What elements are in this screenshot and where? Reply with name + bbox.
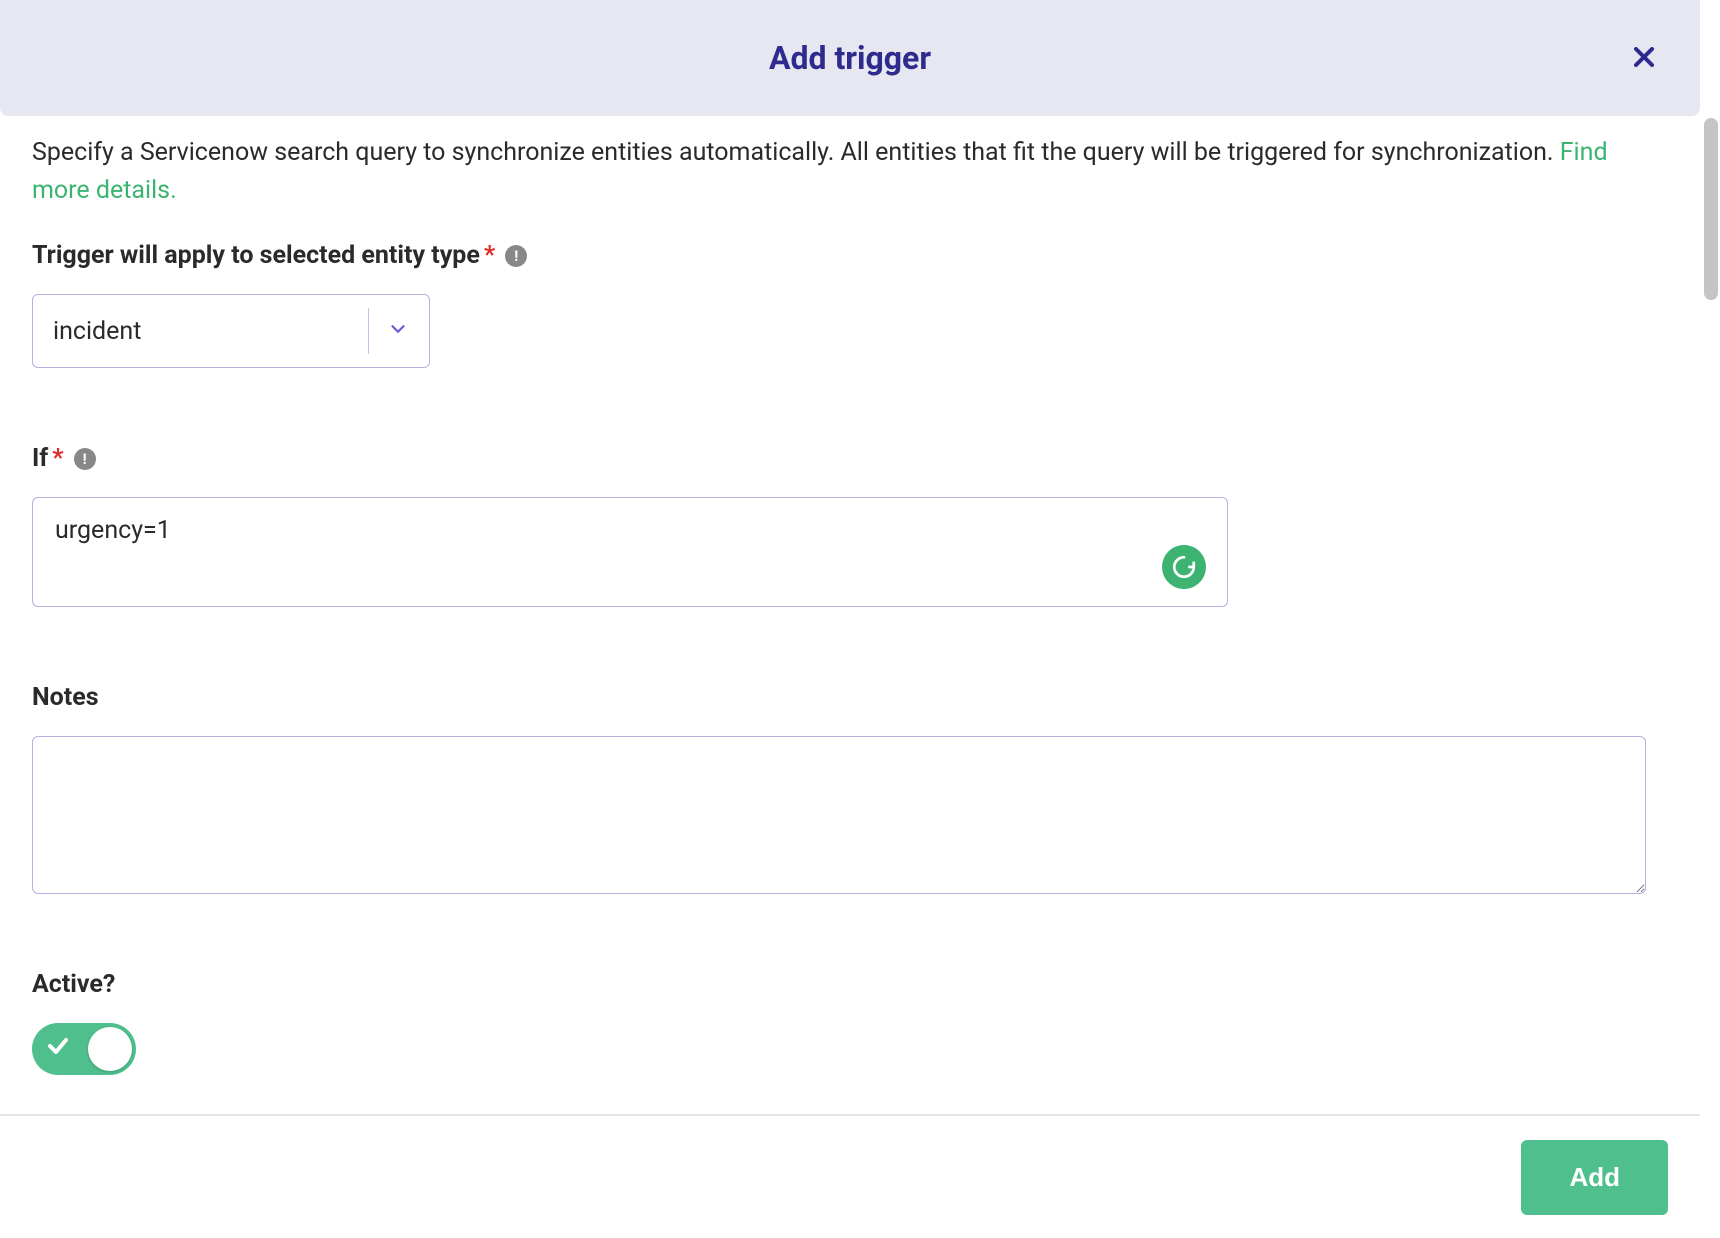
if-input-wrapper <box>32 497 1228 611</box>
entity-type-select[interactable]: incident <box>32 294 430 368</box>
grammarly-icon[interactable] <box>1162 545 1206 589</box>
notes-field-group: Notes <box>32 683 1668 898</box>
add-button[interactable]: Add <box>1521 1140 1668 1215</box>
active-label: Active? <box>32 970 115 999</box>
add-trigger-modal: Add trigger Specify a Servicenow search … <box>0 0 1700 1238</box>
active-field-group: Active? <box>32 970 1668 1075</box>
if-field-group: If* ! <box>32 444 1668 611</box>
scrollbar[interactable] <box>1704 118 1718 300</box>
if-query-input[interactable] <box>32 497 1228 607</box>
modal-footer: Add <box>0 1114 1700 1238</box>
required-indicator: * <box>484 241 495 270</box>
entity-type-label: Trigger will apply to selected entity ty… <box>32 241 527 270</box>
if-label-text: If <box>32 444 48 473</box>
entity-type-field-group: Trigger will apply to selected entity ty… <box>32 241 1668 444</box>
if-label: If* ! <box>32 444 96 473</box>
check-icon <box>46 1034 70 1064</box>
entity-type-value: incident <box>53 317 368 346</box>
active-toggle[interactable] <box>32 1023 136 1075</box>
description-text: Specify a Servicenow search query to syn… <box>32 134 1668 209</box>
modal-body: Specify a Servicenow search query to syn… <box>0 116 1700 1114</box>
info-icon[interactable]: ! <box>74 448 96 470</box>
chevron-down-icon <box>387 318 409 344</box>
notes-input[interactable] <box>32 736 1646 894</box>
required-indicator: * <box>52 444 63 473</box>
toggle-knob <box>88 1027 132 1071</box>
entity-type-label-text: Trigger will apply to selected entity ty… <box>32 241 480 270</box>
close-icon <box>1634 42 1654 73</box>
info-icon[interactable]: ! <box>505 245 527 267</box>
select-divider <box>368 308 369 354</box>
modal-title: Add trigger <box>769 39 931 77</box>
close-button[interactable] <box>1626 36 1662 80</box>
modal-header: Add trigger <box>0 0 1700 116</box>
description-prefix: Specify a Servicenow search query to syn… <box>32 138 1560 167</box>
notes-label: Notes <box>32 683 99 712</box>
